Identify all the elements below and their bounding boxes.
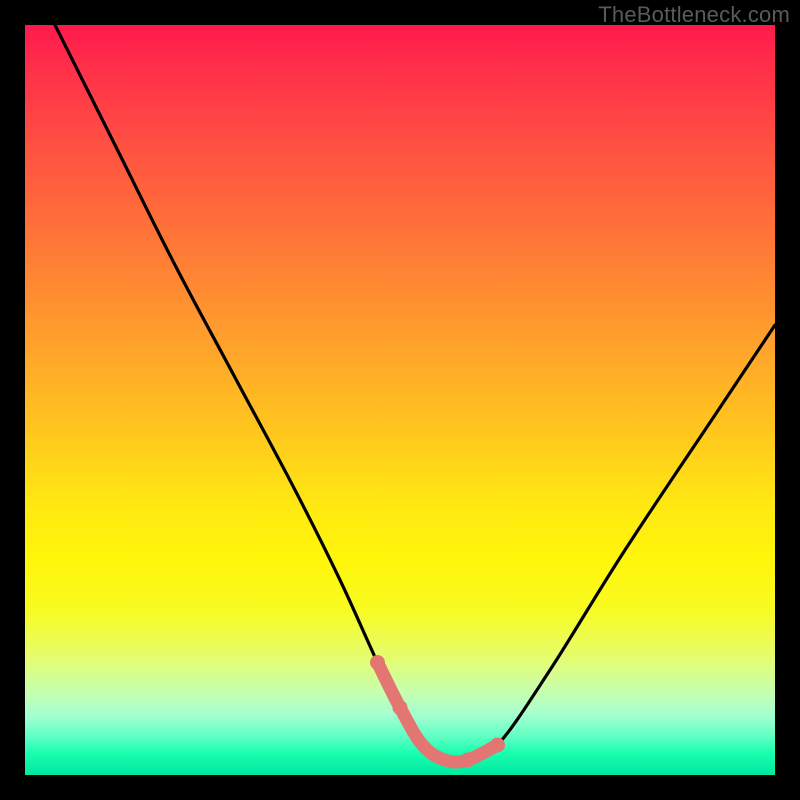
watermark-text: TheBottleneck.com [598,2,790,28]
bottleneck-curve-line [55,25,775,762]
highlight-dot [393,700,408,715]
outer-frame: TheBottleneck.com [0,0,800,800]
highlight-dot [460,753,475,768]
chart-plot-area [25,25,775,775]
highlight-dot [370,655,385,670]
bottleneck-chart [25,25,775,775]
highlight-dot [490,738,505,753]
